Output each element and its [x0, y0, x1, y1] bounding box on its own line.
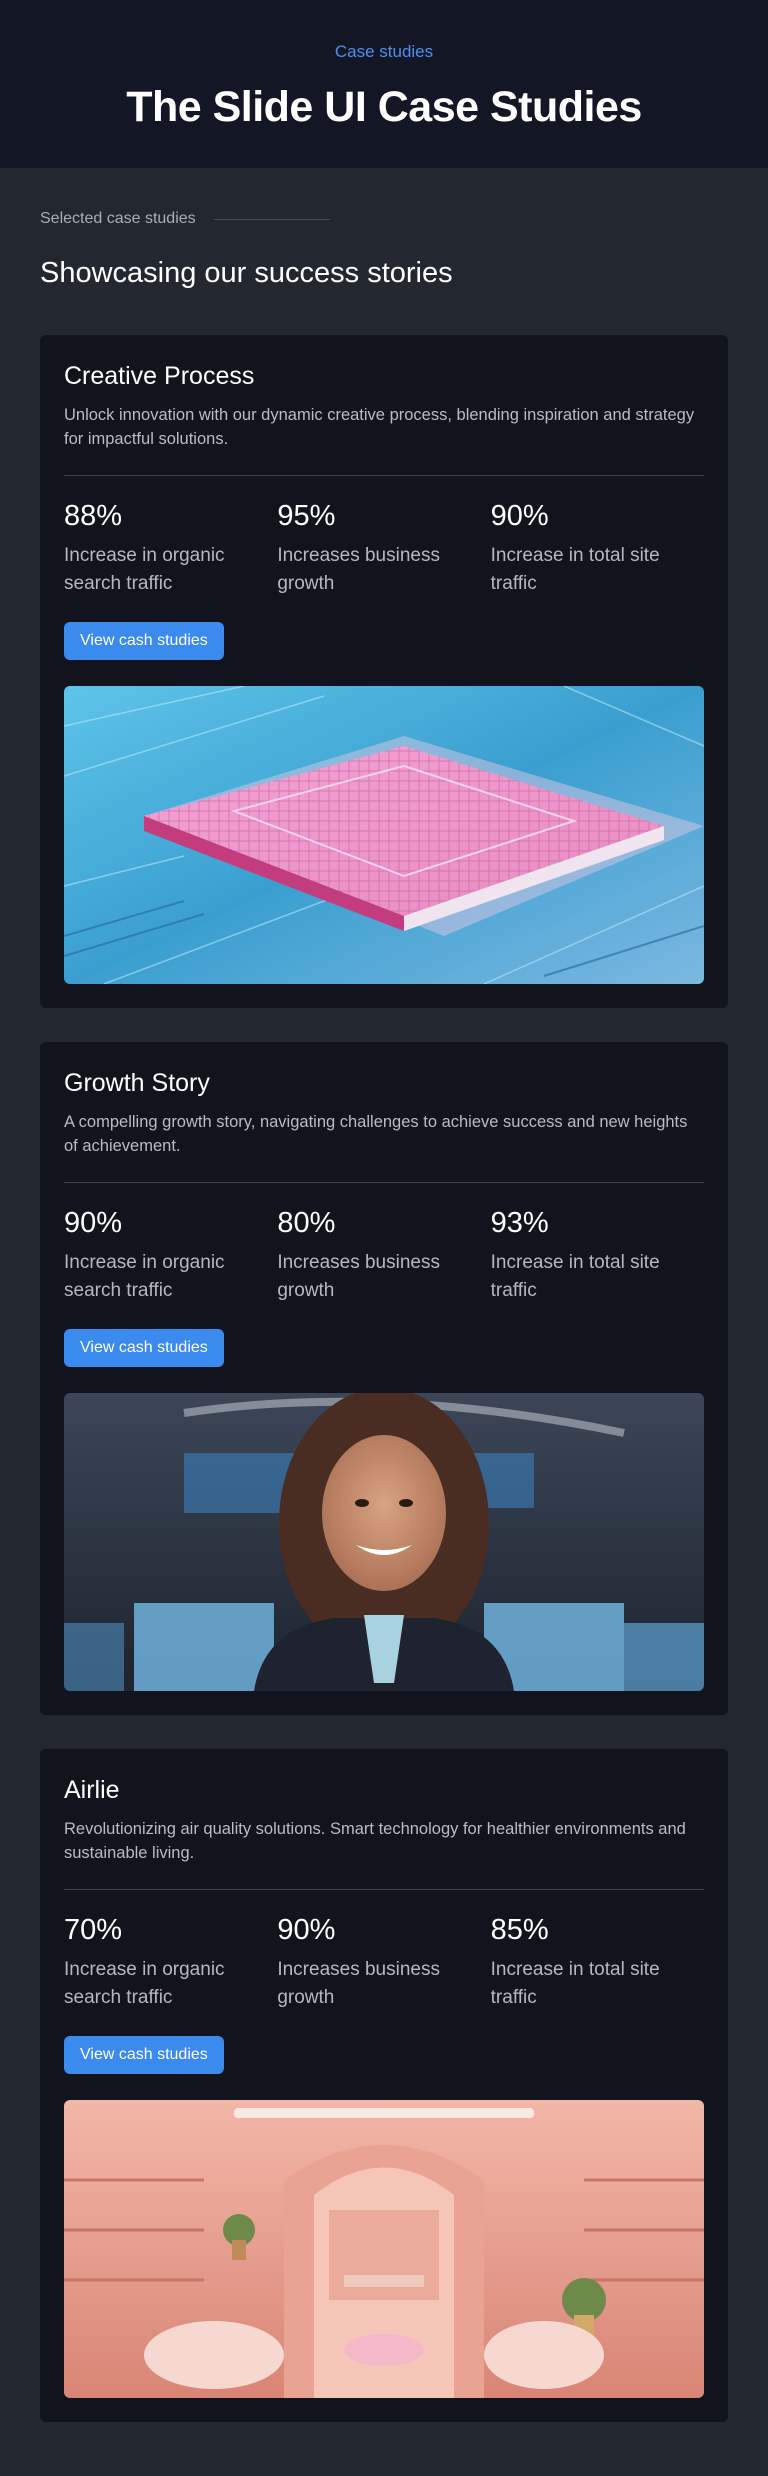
- case-study-card-growth-story: Growth Story A compelling growth story, …: [40, 1042, 728, 1715]
- stat-value: 90%: [277, 1914, 336, 1946]
- view-case-studies-button[interactable]: View cash studies: [64, 1329, 224, 1367]
- stat-label: Increase in total site traffic: [490, 545, 660, 594]
- case-study-card-creative-process: Creative Process Unlock innovation with …: [40, 335, 728, 1008]
- pink-store-interior-image: [64, 2100, 704, 2398]
- stat-item: 70% Increase in organic search traffic: [64, 1912, 277, 2012]
- section-label: Selected case studies: [40, 208, 728, 230]
- stat-label: Increase in organic search traffic: [64, 545, 225, 594]
- card-description: Unlock innovation with our dynamic creat…: [64, 406, 695, 448]
- stat-value: 90%: [64, 1207, 123, 1239]
- case-studies-section: Selected case studies Showcasing our suc…: [0, 168, 768, 2462]
- card-title: Airlie: [64, 1776, 120, 1804]
- card-divider: [64, 475, 704, 476]
- section-title: Showcasing our success stories: [40, 257, 453, 289]
- stat-value: 70%: [64, 1914, 123, 1946]
- stat-item: 90% Increase in total site traffic: [491, 498, 704, 598]
- stat-item: 80% Increases business growth: [277, 1205, 490, 1305]
- stat-value: 85%: [490, 1914, 549, 1946]
- stat-item: 85% Increase in total site traffic: [491, 1912, 704, 2012]
- card-description: A compelling growth story, navigating ch…: [64, 1113, 688, 1155]
- stat-item: 95% Increases business growth: [277, 498, 490, 598]
- stat-value: 95%: [277, 500, 336, 532]
- page-title: The Slide UI Case Studies: [126, 83, 642, 131]
- stat-value: 90%: [490, 500, 549, 532]
- stat-label: Increases business growth: [277, 1252, 440, 1301]
- card-description: Revolutionizing air quality solutions. S…: [64, 1820, 686, 1862]
- hero-header: Case studies The Slide UI Case Studies: [0, 0, 768, 168]
- stat-value: 93%: [490, 1207, 549, 1239]
- card-title: Growth Story: [64, 1069, 210, 1097]
- stat-value: 88%: [64, 500, 123, 532]
- card-title: Creative Process: [64, 362, 255, 390]
- view-case-studies-button[interactable]: View cash studies: [64, 2036, 224, 2074]
- stat-label: Increases business growth: [277, 545, 440, 594]
- stat-label: Increases business growth: [277, 1959, 440, 2008]
- card-divider: [64, 1889, 704, 1890]
- section-label-text: Selected case studies: [40, 210, 196, 227]
- stat-value: 80%: [277, 1207, 336, 1239]
- stat-item: 90% Increases business growth: [277, 1912, 490, 2012]
- smiling-woman-office-image: [64, 1393, 704, 1691]
- stats-row: 90% Increase in organic search traffic 8…: [64, 1205, 704, 1305]
- card-divider: [64, 1182, 704, 1183]
- stat-item: 93% Increase in total site traffic: [491, 1205, 704, 1305]
- case-study-card-airlie: Airlie Revolutionizing air quality solut…: [40, 1749, 728, 2422]
- stat-item: 90% Increase in organic search traffic: [64, 1205, 277, 1305]
- stat-label: Increase in organic search traffic: [64, 1959, 225, 2008]
- stat-label: Increase in total site traffic: [490, 1252, 660, 1301]
- section-label-divider: [213, 218, 330, 220]
- stats-row: 70% Increase in organic search traffic 9…: [64, 1912, 704, 2012]
- stats-row: 88% Increase in organic search traffic 9…: [64, 498, 704, 598]
- hero-eyebrow: Case studies: [334, 42, 434, 61]
- stat-item: 88% Increase in organic search traffic: [64, 498, 277, 598]
- stat-label: Increase in total site traffic: [490, 1959, 660, 2008]
- circuit-chip-image: [64, 686, 704, 984]
- view-case-studies-button[interactable]: View cash studies: [64, 622, 224, 660]
- stat-label: Increase in organic search traffic: [64, 1252, 225, 1301]
